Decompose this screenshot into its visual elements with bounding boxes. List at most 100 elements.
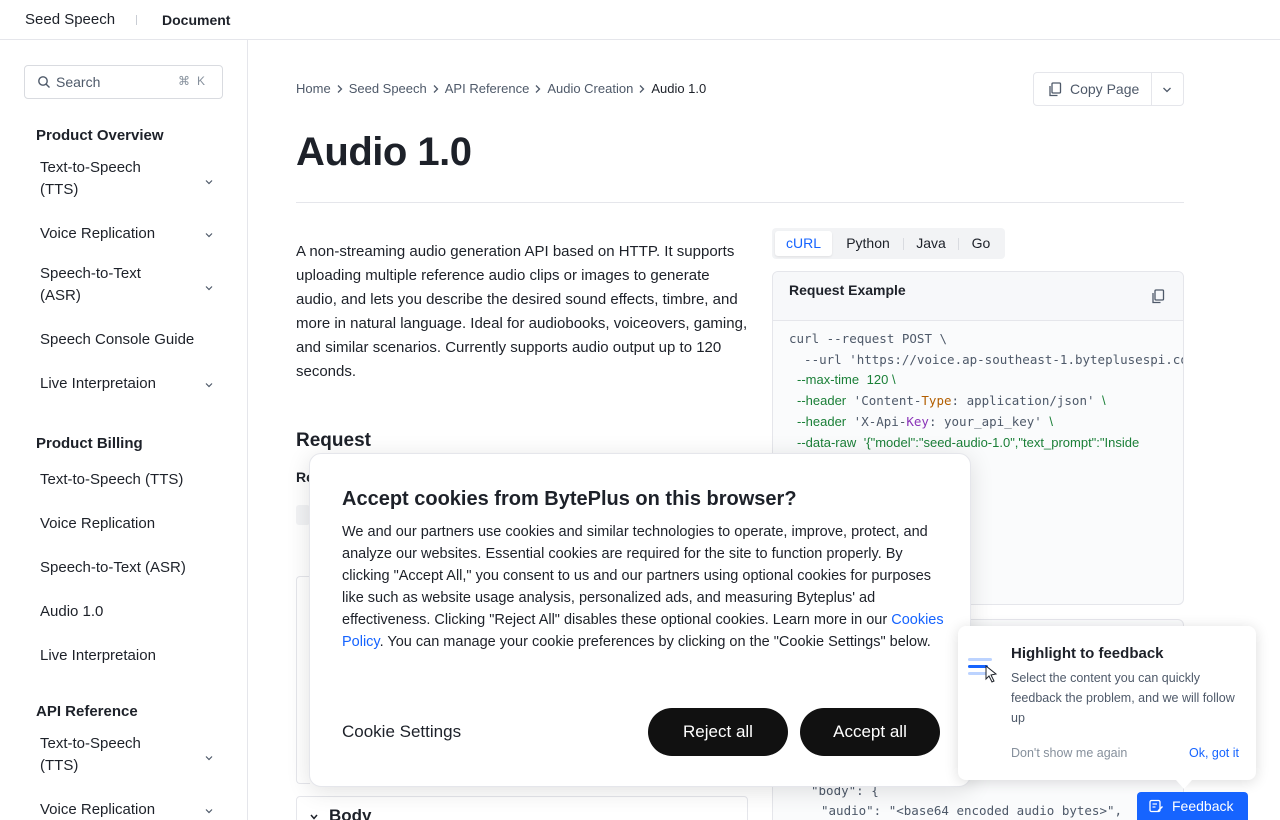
- chevron-right-icon: [337, 84, 343, 93]
- sidebar-item-tts[interactable]: Text-to-Speech (TTS): [40, 157, 160, 201]
- copy-icon: [1049, 82, 1062, 97]
- code-value: 120 \: [866, 372, 896, 387]
- copy-page-label: Copy Page: [1070, 81, 1140, 97]
- chevron-down-icon[interactable]: [204, 753, 214, 763]
- breadcrumb-audio-creation[interactable]: Audio Creation: [547, 81, 633, 96]
- feedback-popover-title: Highlight to feedback: [1011, 645, 1164, 662]
- sidebar-item-billing-asr[interactable]: Speech-to-Text (ASR): [40, 557, 220, 579]
- cookie-text: We and our partners use cookies and simi…: [342, 521, 946, 653]
- feedback-popover: Highlight to feedback Select the content…: [958, 626, 1256, 780]
- popover-arrow: [1176, 780, 1192, 789]
- params-box: [296, 576, 310, 784]
- sidebar: Search ⌘ K Product Overview Text-to-Spee…: [0, 40, 248, 820]
- sidebar-item-label: Live Interpretaion: [40, 647, 156, 664]
- sidebar-item-billing-audio[interactable]: Audio 1.0: [40, 601, 220, 623]
- chevron-down-icon[interactable]: [204, 806, 214, 816]
- sidebar-item-asr[interactable]: Speech-to-Text (ASR): [40, 263, 160, 307]
- sidebar-item-api-tts[interactable]: Text-to-Speech (TTS): [40, 733, 160, 777]
- method-badge: [296, 505, 310, 525]
- highlight-feedback-icon: [968, 658, 998, 683]
- sidebar-item-billing-live-interpretaion[interactable]: Live Interpretaion: [40, 645, 220, 667]
- code-flag: --max-time: [797, 372, 860, 387]
- sidebar-item-label: Text-to-Speech (TTS): [40, 735, 141, 774]
- sidebar-item-label: Voice Replication: [40, 225, 156, 242]
- feedback-button[interactable]: Feedback: [1137, 792, 1248, 820]
- breadcrumb-api-reference[interactable]: API Reference: [445, 81, 530, 96]
- copy-page-divider: [1151, 73, 1152, 105]
- ok-got-it-link[interactable]: Ok, got it: [1189, 746, 1239, 760]
- section-title-product-overview: Product Overview: [36, 127, 164, 144]
- chevron-right-icon: [535, 84, 541, 93]
- sidebar-item-label: Speech-to-Text (ASR): [40, 265, 141, 304]
- breadcrumb-home[interactable]: Home: [296, 81, 331, 96]
- chevron-right-icon: [433, 84, 439, 93]
- reject-all-button[interactable]: Reject all: [648, 708, 788, 756]
- page-title: Audio 1.0: [296, 130, 472, 174]
- cookie-text-part: We and our partners use cookies and simi…: [342, 524, 932, 628]
- code-line: --header 'X-Api-Key: your_api_key' \: [797, 414, 1053, 429]
- code-key: Type: [921, 393, 952, 408]
- sidebar-item-label: Text-to-Speech (TTS): [40, 471, 184, 488]
- language-tabs: cURL Python Java Go: [772, 228, 1005, 259]
- sidebar-item-label: Live Interpretaion: [40, 375, 156, 392]
- sidebar-item-label: Text-to-Speech (TTS): [40, 159, 141, 198]
- sidebar-item-billing-voice-replication[interactable]: Voice Replication: [40, 513, 220, 535]
- search-input[interactable]: Search ⌘ K: [24, 65, 223, 99]
- code-line: "audio": "<base64 encoded audio bytes>",: [821, 803, 1123, 818]
- copy-icon[interactable]: [1151, 289, 1165, 304]
- tab-python[interactable]: Python: [836, 231, 900, 256]
- brand-link[interactable]: Seed Speech: [25, 11, 115, 28]
- shortcut-key: K: [197, 74, 206, 88]
- top-divider: [136, 15, 137, 25]
- sidebar-item-label: Speech Console Guide: [40, 331, 195, 348]
- tab-go[interactable]: Go: [960, 231, 1002, 256]
- sidebar-item-speech-console-guide[interactable]: Speech Console Guide: [40, 329, 220, 351]
- breadcrumb: Home Seed Speech API Reference Audio Cre…: [296, 81, 706, 96]
- tab-divider: [903, 238, 904, 250]
- tab-curl[interactable]: cURL: [775, 231, 832, 256]
- search-icon: [38, 76, 50, 88]
- code-string: 'Content-: [853, 393, 922, 408]
- cookie-text-part: . You can manage your cookie preferences…: [379, 634, 931, 650]
- code-continuation: \: [1102, 393, 1106, 408]
- section-title-api-reference: API Reference: [36, 703, 138, 720]
- copy-page-button[interactable]: Copy Page: [1033, 72, 1184, 106]
- page-description: A non-streaming audio generation API bas…: [296, 243, 748, 380]
- cookie-title: Accept cookies from BytePlus on this bro…: [342, 488, 797, 510]
- body-section-label: Body: [329, 806, 372, 820]
- cookie-dialog: Accept cookies from BytePlus on this bro…: [309, 453, 971, 787]
- code-string: : your_api_key': [928, 414, 1042, 429]
- tab-divider: [958, 238, 959, 250]
- cookie-settings-button[interactable]: Cookie Settings: [342, 722, 461, 742]
- tab-java[interactable]: Java: [906, 231, 956, 256]
- breadcrumb-seed-speech[interactable]: Seed Speech: [349, 81, 427, 96]
- section-title-product-billing: Product Billing: [36, 435, 143, 452]
- sidebar-item-label: Audio 1.0: [40, 603, 104, 620]
- code-line: --max-time 120 \: [797, 372, 896, 387]
- feedback-popover-text: Select the content you can quickly feedb…: [1011, 671, 1235, 725]
- chevron-down-icon[interactable]: [204, 380, 214, 390]
- sidebar-item-billing-tts[interactable]: Text-to-Speech (TTS): [40, 469, 220, 491]
- chevron-down-icon[interactable]: [1161, 85, 1173, 95]
- dont-show-again-link[interactable]: Don't show me again: [1011, 746, 1127, 760]
- chevron-down-icon[interactable]: [204, 177, 214, 187]
- code-flag: --header: [797, 414, 847, 429]
- top-bar: Seed Speech Document: [0, 0, 1280, 40]
- sidebar-item-label: Voice Replication: [40, 515, 156, 532]
- code-line: --data-raw '{"model":"seed-audio-1.0","t…: [797, 435, 1139, 450]
- code-line: --url 'https://voice.ap-southeast-1.byte…: [789, 352, 1184, 367]
- title-divider: [296, 202, 1184, 203]
- chevron-down-icon[interactable]: [204, 230, 214, 240]
- chevron-down-icon: [310, 814, 318, 820]
- search-placeholder: Search: [56, 74, 101, 90]
- nav-document[interactable]: Document: [162, 12, 230, 28]
- code-header: Request Example: [773, 272, 1183, 321]
- sidebar-item-live-interpretaion[interactable]: Live Interpretaion: [40, 373, 220, 395]
- sidebar-item-label: Voice Replication: [40, 801, 156, 818]
- body-section[interactable]: Body: [296, 796, 748, 820]
- sidebar-item-api-voice-replication[interactable]: Voice Replication: [40, 799, 220, 820]
- chevron-down-icon[interactable]: [204, 283, 214, 293]
- accept-all-button[interactable]: Accept all: [800, 708, 940, 756]
- code-string: : application/json': [951, 393, 1095, 408]
- sidebar-item-voice-replication[interactable]: Voice Replication: [40, 223, 220, 245]
